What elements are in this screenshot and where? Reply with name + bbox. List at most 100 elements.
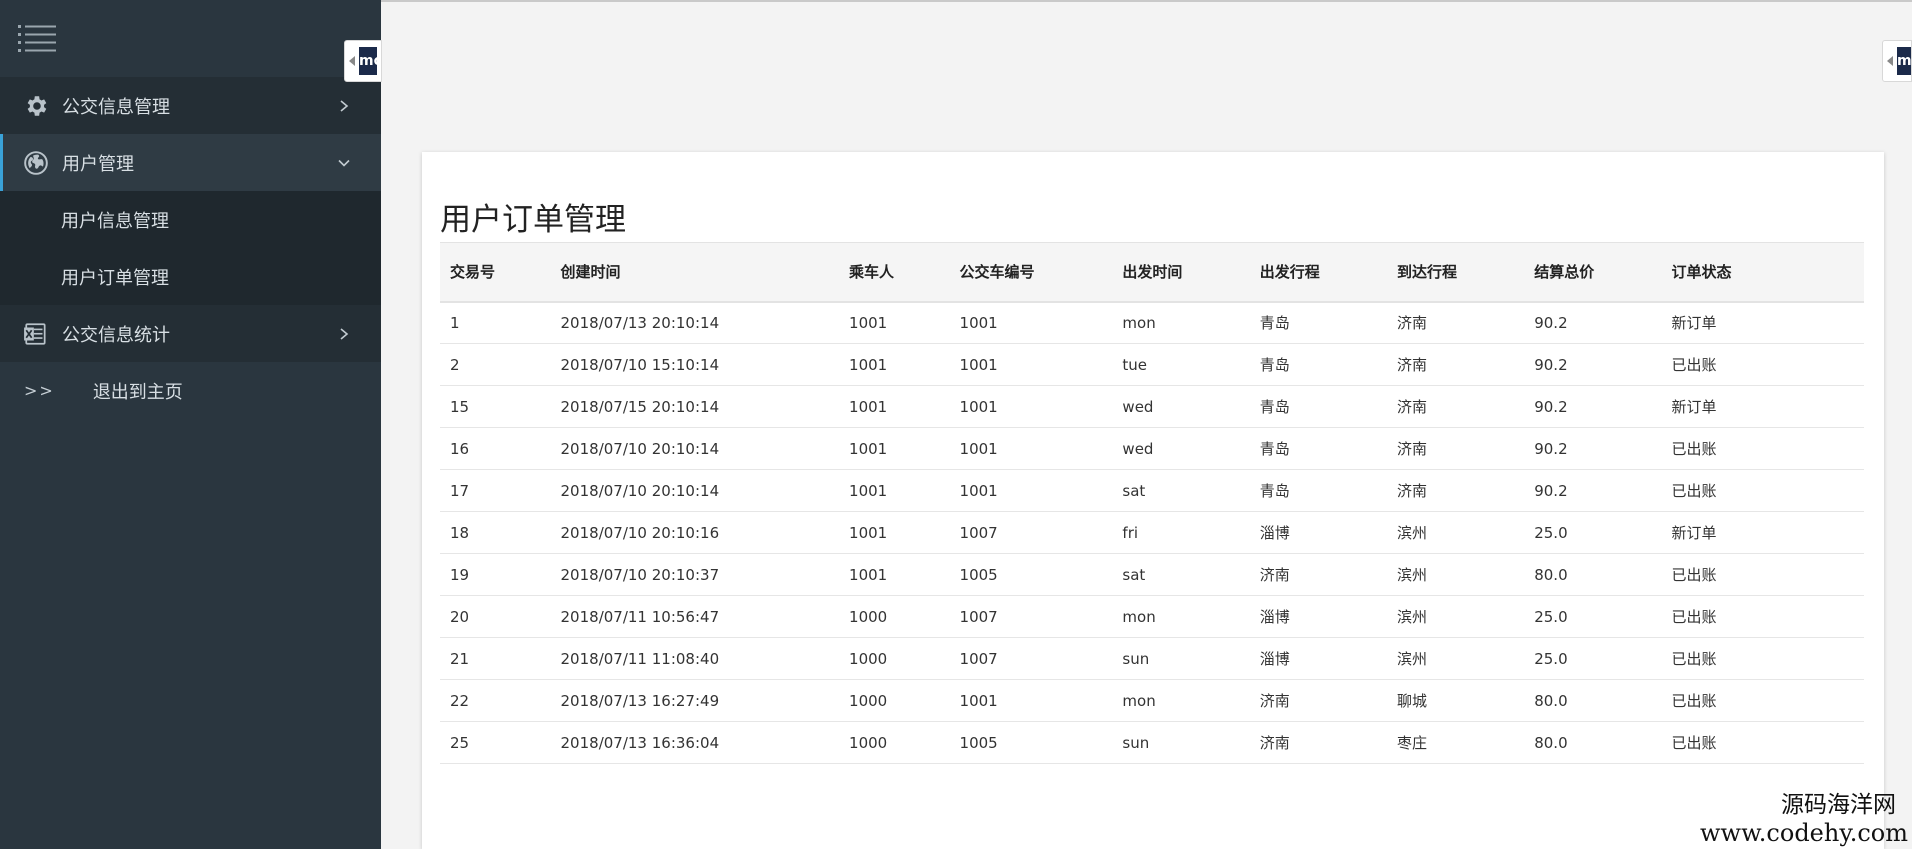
table-cell: 2018/07/10 20:10:14 [560,439,720,458]
watermark: 源码海洋网 www.codehy.com [1700,791,1908,847]
order-table-wrapper: 交易号 创建时间 乘车人 公交车编号 出发时间 出发行程 到达行程 结算总价 订单状态 1 201… [440,242,1864,764]
table-cell: 1001 [959,397,998,416]
submenu-user-info-management[interactable]: 用户信息管理 [0,191,381,248]
column-header: 交易号 [440,242,551,303]
menu-user-management[interactable]: 用户管理 [0,134,381,191]
menu-label: 用户管理 [62,153,134,175]
table-cell: 1000 [849,649,888,668]
table-cell: sun [1122,649,1150,668]
table-cell: 济南 [1396,398,1427,416]
table-cell: 1001 [959,355,998,374]
table-row: 16 2018/07/10 20:10:14 1001 1001 wed 青岛 济南 90.2… [440,428,1864,470]
table-cell: 1001 [849,313,888,332]
sidebar-menu: 公交信息管理 用户管理 用户信息管理 用户订单管理 公交信息统计 >> 退出到主… [0,77,381,419]
submenu-user-order-management[interactable]: 用户订单管理 [0,248,381,305]
menu-bus-info-statistics[interactable]: 公交信息统计 [0,305,381,362]
table-cell: sat [1122,481,1146,500]
table-cell: 已出账 [1671,608,1717,626]
table-cell: 2018/07/11 11:08:40 [560,649,720,668]
menu-label: 退出到主页 [92,381,183,403]
table-cell: 1001 [959,691,998,710]
watermark-en: www.codehy.com [1700,819,1908,847]
hamburger-menu-icon[interactable] [18,22,56,56]
table-row: 1 2018/07/13 20:10:14 1001 1001 mon 青岛 济南 90.2 新… [440,302,1864,344]
table-cell: 2 [450,355,460,374]
table-cell: fri [1122,523,1139,542]
column-header: 出发时间 [1112,242,1250,303]
table-cell: 2018/07/10 20:10:14 [560,481,720,500]
table-cell: 1001 [849,523,888,542]
table-cell: 青岛 [1259,314,1290,333]
chevron-right-icon [337,327,351,341]
menu-label: 公交信息统计 [62,324,170,346]
table-cell: 90.2 [1534,355,1568,374]
column-header: 到达行程 [1386,242,1525,303]
triangle-left-icon [349,56,355,66]
table-cell: 18 [450,523,470,542]
table-cell: 25.0 [1534,607,1568,626]
chevron-right-icon [337,99,351,113]
table-cell: 1 [450,313,460,332]
table-cell: 已出账 [1671,440,1717,458]
table-cell: 济南 [1259,692,1290,710]
table-cell: 16 [450,439,470,458]
page-title: 用户订单管理 [440,202,626,238]
table-cell: 1001 [849,439,888,458]
table-cell: 2018/07/15 20:10:14 [560,397,720,416]
menu-bus-info-management[interactable]: 公交信息管理 [0,77,381,134]
table-cell: 济南 [1396,356,1427,374]
table-cell: 2018/07/10 20:10:16 [560,523,720,542]
table-cell: 90.2 [1534,397,1568,416]
table-header-row: 交易号 创建时间 乘车人 公交车编号 出发时间 出发行程 到达行程 结算总价 订单状态 [440,242,1864,303]
table-cell: 2018/07/13 20:10:14 [560,313,720,332]
table-cell: tue [1122,355,1148,374]
sidebar: 公交信息管理 用户管理 用户信息管理 用户订单管理 公交信息统计 >> 退出到主… [0,0,381,849]
table-cell: 已出账 [1671,356,1717,374]
table-cell: 已出账 [1671,692,1717,710]
logo-tab: mo [359,47,377,75]
chevron-down-icon [337,156,351,170]
table-cell: 已出账 [1671,482,1717,500]
excel-icon [22,320,50,348]
table-cell: 1007 [959,523,998,542]
table-cell: 新订单 [1671,524,1717,542]
table-cell: 1007 [959,649,998,668]
table-cell: 济南 [1396,482,1427,500]
table-cell: 1001 [849,397,888,416]
table-cell: 新订单 [1671,314,1717,333]
table-row: 20 2018/07/11 10:56:47 1000 1007 mon 淄博 滨州 25.0… [440,596,1864,638]
table-cell: 21 [450,649,470,668]
table-cell: 已出账 [1671,734,1717,752]
table-cell: 1001 [959,439,998,458]
table-cell: 新订单 [1671,398,1717,416]
table-body: 1 2018/07/13 20:10:14 1001 1001 mon 青岛 济南 90.2 新… [440,302,1864,764]
sidebar-toggle-tab[interactable]: mo [344,40,382,82]
column-header: 订单状态 [1661,242,1864,303]
table-row: 22 2018/07/13 16:27:49 1000 1001 mon 济南 聊城 80.0… [440,680,1864,722]
table-cell: 2018/07/13 16:27:49 [560,691,720,710]
submenu-label: 用户订单管理 [61,267,169,289]
table-cell: 已出账 [1671,650,1717,668]
double-arrow-icon: >> [24,381,55,400]
table-cell: 1001 [959,313,998,332]
table-cell: 青岛 [1259,398,1290,416]
table-cell: 25 [450,733,470,752]
table-cell: 2018/07/10 15:10:14 [560,355,720,374]
table-row: 19 2018/07/10 20:10:37 1001 1005 sat 济南 滨州 80.0… [440,554,1864,596]
table-cell: 15 [450,397,470,416]
table-row: 15 2018/07/15 20:10:14 1001 1001 wed 青岛 济南 90.2… [440,386,1864,428]
table-cell: wed [1122,397,1154,416]
right-panel-toggle-tab[interactable]: mo [1882,40,1912,82]
table-cell: 1000 [849,691,888,710]
table-cell: 滨州 [1396,650,1427,668]
table-cell: 济南 [1259,566,1290,584]
table-cell: 济南 [1396,314,1427,333]
table-cell: 枣庄 [1396,734,1427,752]
page: 公交信息管理 用户管理 用户信息管理 用户订单管理 公交信息统计 >> 退出到主… [0,0,1912,849]
table-cell: 1001 [849,355,888,374]
table-cell: 2018/07/11 10:56:47 [560,607,720,626]
table-cell: 滨州 [1396,608,1427,626]
menu-exit-to-home[interactable]: >> 退出到主页 [0,362,381,419]
table-cell: 济南 [1396,440,1427,458]
table-cell: 19 [450,565,470,584]
